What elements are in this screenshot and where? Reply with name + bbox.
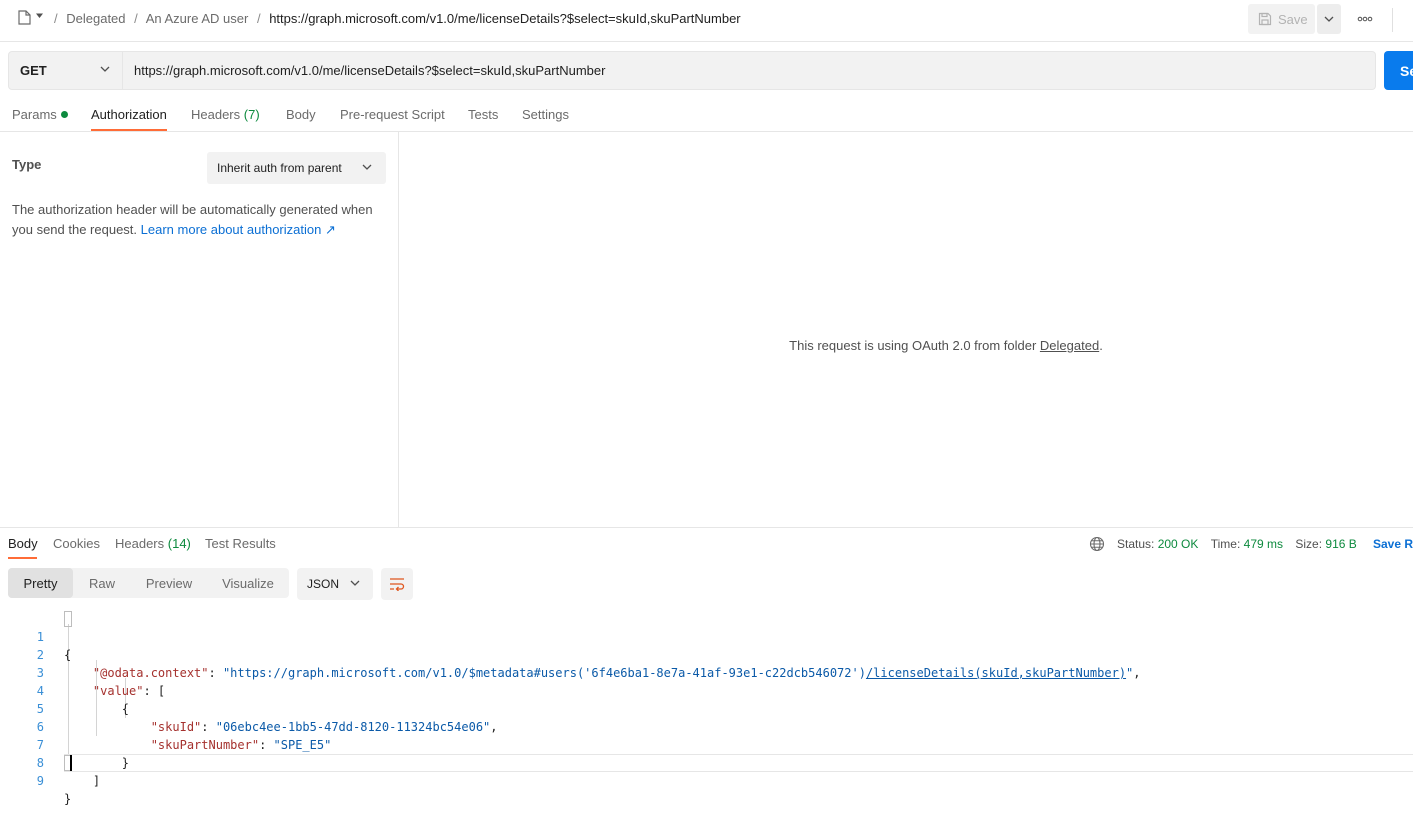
- code-line: 1 {: [0, 610, 1413, 662]
- breadcrumb-request-folder[interactable]: An Azure AD user: [146, 11, 249, 26]
- send-button[interactable]: Se: [1384, 51, 1413, 90]
- chevron-down-icon: [1324, 16, 1334, 22]
- save-label: Save: [1278, 11, 1308, 27]
- response-tab-headers[interactable]: Headers (14): [115, 536, 191, 551]
- breadcrumb-folder[interactable]: Delegated: [66, 11, 125, 26]
- chevron-down-icon: [100, 66, 110, 72]
- save-button[interactable]: Save: [1248, 4, 1315, 34]
- auth-message-text: This request is using OAuth 2.0 from fol…: [789, 338, 1040, 353]
- code-text: ]: [64, 774, 101, 788]
- code-line: 6 "skuPartNumber": "SPE_E5": [0, 700, 1413, 752]
- caret-down-icon[interactable]: [35, 11, 44, 20]
- tab-settings[interactable]: Settings: [522, 107, 569, 122]
- divider: [1392, 8, 1393, 32]
- tab-label: Params: [12, 107, 57, 122]
- code-line: 3 "value": [: [0, 646, 1413, 698]
- code-line: 9 }: [0, 754, 1413, 806]
- tab-params[interactable]: Params: [12, 107, 68, 122]
- folder-link[interactable]: Delegated: [1040, 338, 1099, 353]
- view-mode-group: Pretty Raw Preview Visualize: [8, 568, 289, 598]
- request-tabs: Params Authorization Headers (7) Body Pr…: [0, 100, 1413, 132]
- tab-authorization[interactable]: Authorization: [91, 107, 167, 122]
- code-line: 2 "@odata.context": "https://graph.micro…: [0, 628, 1413, 680]
- breadcrumb-separator: /: [256, 11, 261, 26]
- code-line: 4 {: [0, 664, 1413, 716]
- method-select[interactable]: GET: [8, 51, 123, 90]
- learn-more-link[interactable]: Learn more about authorization ↗: [141, 222, 336, 237]
- format-value: JSON: [307, 577, 340, 591]
- response-tab-test-results[interactable]: Test Results: [205, 536, 276, 551]
- auth-inherit-message: This request is using OAuth 2.0 from fol…: [399, 338, 1413, 353]
- wrap-lines-button[interactable]: [381, 568, 413, 600]
- time-label: Time:: [1210, 537, 1241, 551]
- view-raw-button[interactable]: Raw: [78, 568, 126, 598]
- document-icon[interactable]: [18, 10, 31, 25]
- save-response-button[interactable]: Save R: [1373, 537, 1413, 551]
- active-tab-indicator: [8, 557, 37, 559]
- response-tab-body[interactable]: Body: [8, 536, 38, 551]
- chevron-down-icon: [350, 580, 360, 586]
- tab-label: Test Results: [205, 536, 276, 551]
- globe-icon[interactable]: [1089, 536, 1105, 552]
- tab-pre-request-script[interactable]: Pre-request Script: [340, 107, 445, 122]
- tab-tests[interactable]: Tests: [468, 107, 498, 122]
- auth-description: The authorization header will be automat…: [12, 200, 382, 240]
- auth-message-suffix: .: [1099, 338, 1103, 353]
- tab-label: Headers: [191, 107, 241, 122]
- breadcrumb-separator: /: [54, 11, 58, 26]
- code-line: 7 }: [0, 718, 1413, 770]
- auth-type-value: Inherit auth from parent: [217, 161, 342, 175]
- time-value[interactable]: 479 ms: [1244, 537, 1283, 551]
- tab-label: Body: [8, 536, 38, 551]
- status-label: Status:: [1117, 537, 1155, 551]
- request-name[interactable]: https://graph.microsoft.com/v1.0/me/lice…: [269, 11, 740, 26]
- tab-label: Cookies: [53, 536, 100, 551]
- divider: [0, 527, 1413, 528]
- response-meta: Status: 200 OK Time: 479 ms Size: 916 B: [1117, 537, 1357, 551]
- breadcrumb-separator: /: [134, 11, 138, 26]
- ellipsis-icon: [1357, 16, 1373, 22]
- tab-label: Tests: [468, 107, 499, 122]
- size-label: Size:: [1295, 537, 1323, 551]
- view-pretty-button[interactable]: Pretty: [8, 568, 73, 598]
- view-visualize-button[interactable]: Visualize: [214, 568, 282, 598]
- tab-count: (14): [167, 536, 191, 551]
- chevron-down-icon: [362, 164, 372, 170]
- tab-body[interactable]: Body: [286, 107, 316, 122]
- method-value: GET: [20, 63, 47, 78]
- more-actions-button[interactable]: [1351, 4, 1379, 34]
- tab-label: Headers: [115, 536, 165, 551]
- response-tab-cookies[interactable]: Cookies: [53, 536, 100, 551]
- tab-label: Body: [286, 107, 316, 122]
- tab-count: (7): [243, 107, 260, 122]
- send-label: Se: [1400, 62, 1413, 79]
- save-icon: [1258, 12, 1272, 26]
- breadcrumb: / Delegated / An Azure AD user / https:/…: [49, 11, 741, 26]
- tab-headers[interactable]: Headers (7): [191, 107, 260, 122]
- code-line: 8 ]: [0, 736, 1413, 788]
- tab-label: Settings: [522, 107, 569, 122]
- auth-type-label: Type: [12, 157, 42, 172]
- format-select[interactable]: JSON: [297, 568, 373, 600]
- auth-type-select[interactable]: Inherit auth from parent: [207, 152, 386, 184]
- text-cursor: [70, 755, 72, 771]
- wrap-lines-icon: [390, 578, 405, 591]
- auth-settings-panel: Type Inherit auth from parent The author…: [0, 132, 399, 528]
- size-value[interactable]: 916 B: [1325, 537, 1356, 551]
- top-bar: / Delegated / An Azure AD user / https:/…: [0, 0, 1413, 42]
- code-line: 5 "skuId": "06ebc4ee-1bb5-47dd-8120-1132…: [0, 682, 1413, 734]
- response-body-editor[interactable]: 1 { 2 "@odata.context": "https://graph.m…: [0, 610, 1413, 806]
- view-preview-button[interactable]: Preview: [136, 568, 202, 598]
- status-value[interactable]: 200 OK: [1158, 537, 1199, 551]
- save-dropdown-button[interactable]: [1317, 4, 1341, 34]
- params-active-dot: [60, 111, 68, 118]
- url-input[interactable]: [123, 51, 1376, 90]
- tab-label: Authorization: [91, 107, 167, 122]
- line-number: 9: [36, 774, 44, 788]
- code-text: }: [64, 792, 72, 806]
- tab-label: Pre-request Script: [340, 107, 445, 122]
